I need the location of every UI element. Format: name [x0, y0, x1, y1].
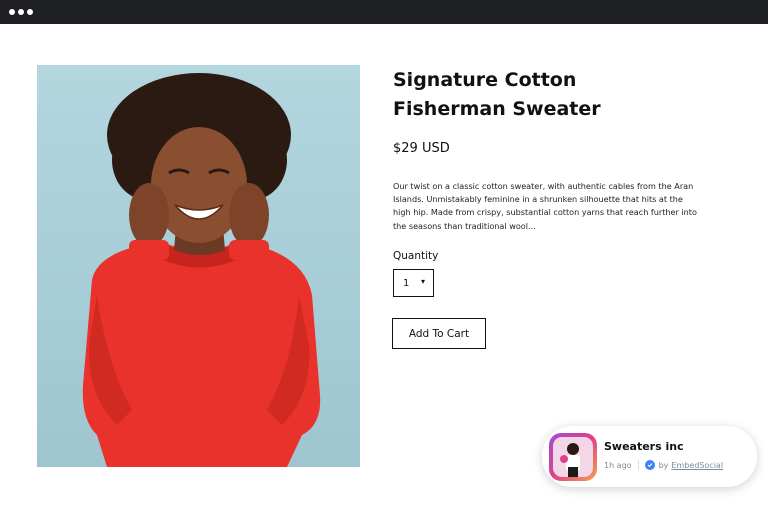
dot [9, 9, 15, 15]
check-badge-icon [644, 460, 655, 470]
browser-titlebar [0, 0, 768, 24]
add-to-cart-button[interactable]: Add To Cart [392, 318, 486, 349]
product-description: Our twist on a classic cotton sweater, w… [393, 181, 697, 231]
product-title: Signature Cotton Fisherman Sweater [393, 69, 601, 120]
avatar-photo [553, 437, 593, 477]
quantity-value: 1 [403, 278, 410, 289]
social-proof-popup[interactable]: Sweaters inc 1h ago by EmbedSocial [542, 426, 757, 487]
quantity-select[interactable]: 1 ▾ [393, 269, 434, 297]
dot [18, 9, 24, 15]
avatar [549, 433, 597, 481]
window-controls-icon[interactable] [9, 9, 33, 15]
product-image [37, 65, 360, 467]
dot [27, 9, 33, 15]
popup-meta: 1h ago by EmbedSocial [604, 460, 723, 470]
caret-down-icon: ▾ [421, 277, 426, 286]
product-price: $29 USD [393, 141, 450, 156]
popup-name: Sweaters inc [604, 440, 684, 453]
divider [637, 460, 639, 470]
popup-time: 1h ago [604, 460, 632, 470]
popup-by-label: by [658, 460, 669, 470]
model-photo-illustration [82, 73, 321, 467]
embedsocial-link[interactable]: EmbedSocial [671, 461, 723, 470]
quantity-label: Quantity [393, 250, 439, 262]
avatar-figure-icon [560, 443, 580, 477]
